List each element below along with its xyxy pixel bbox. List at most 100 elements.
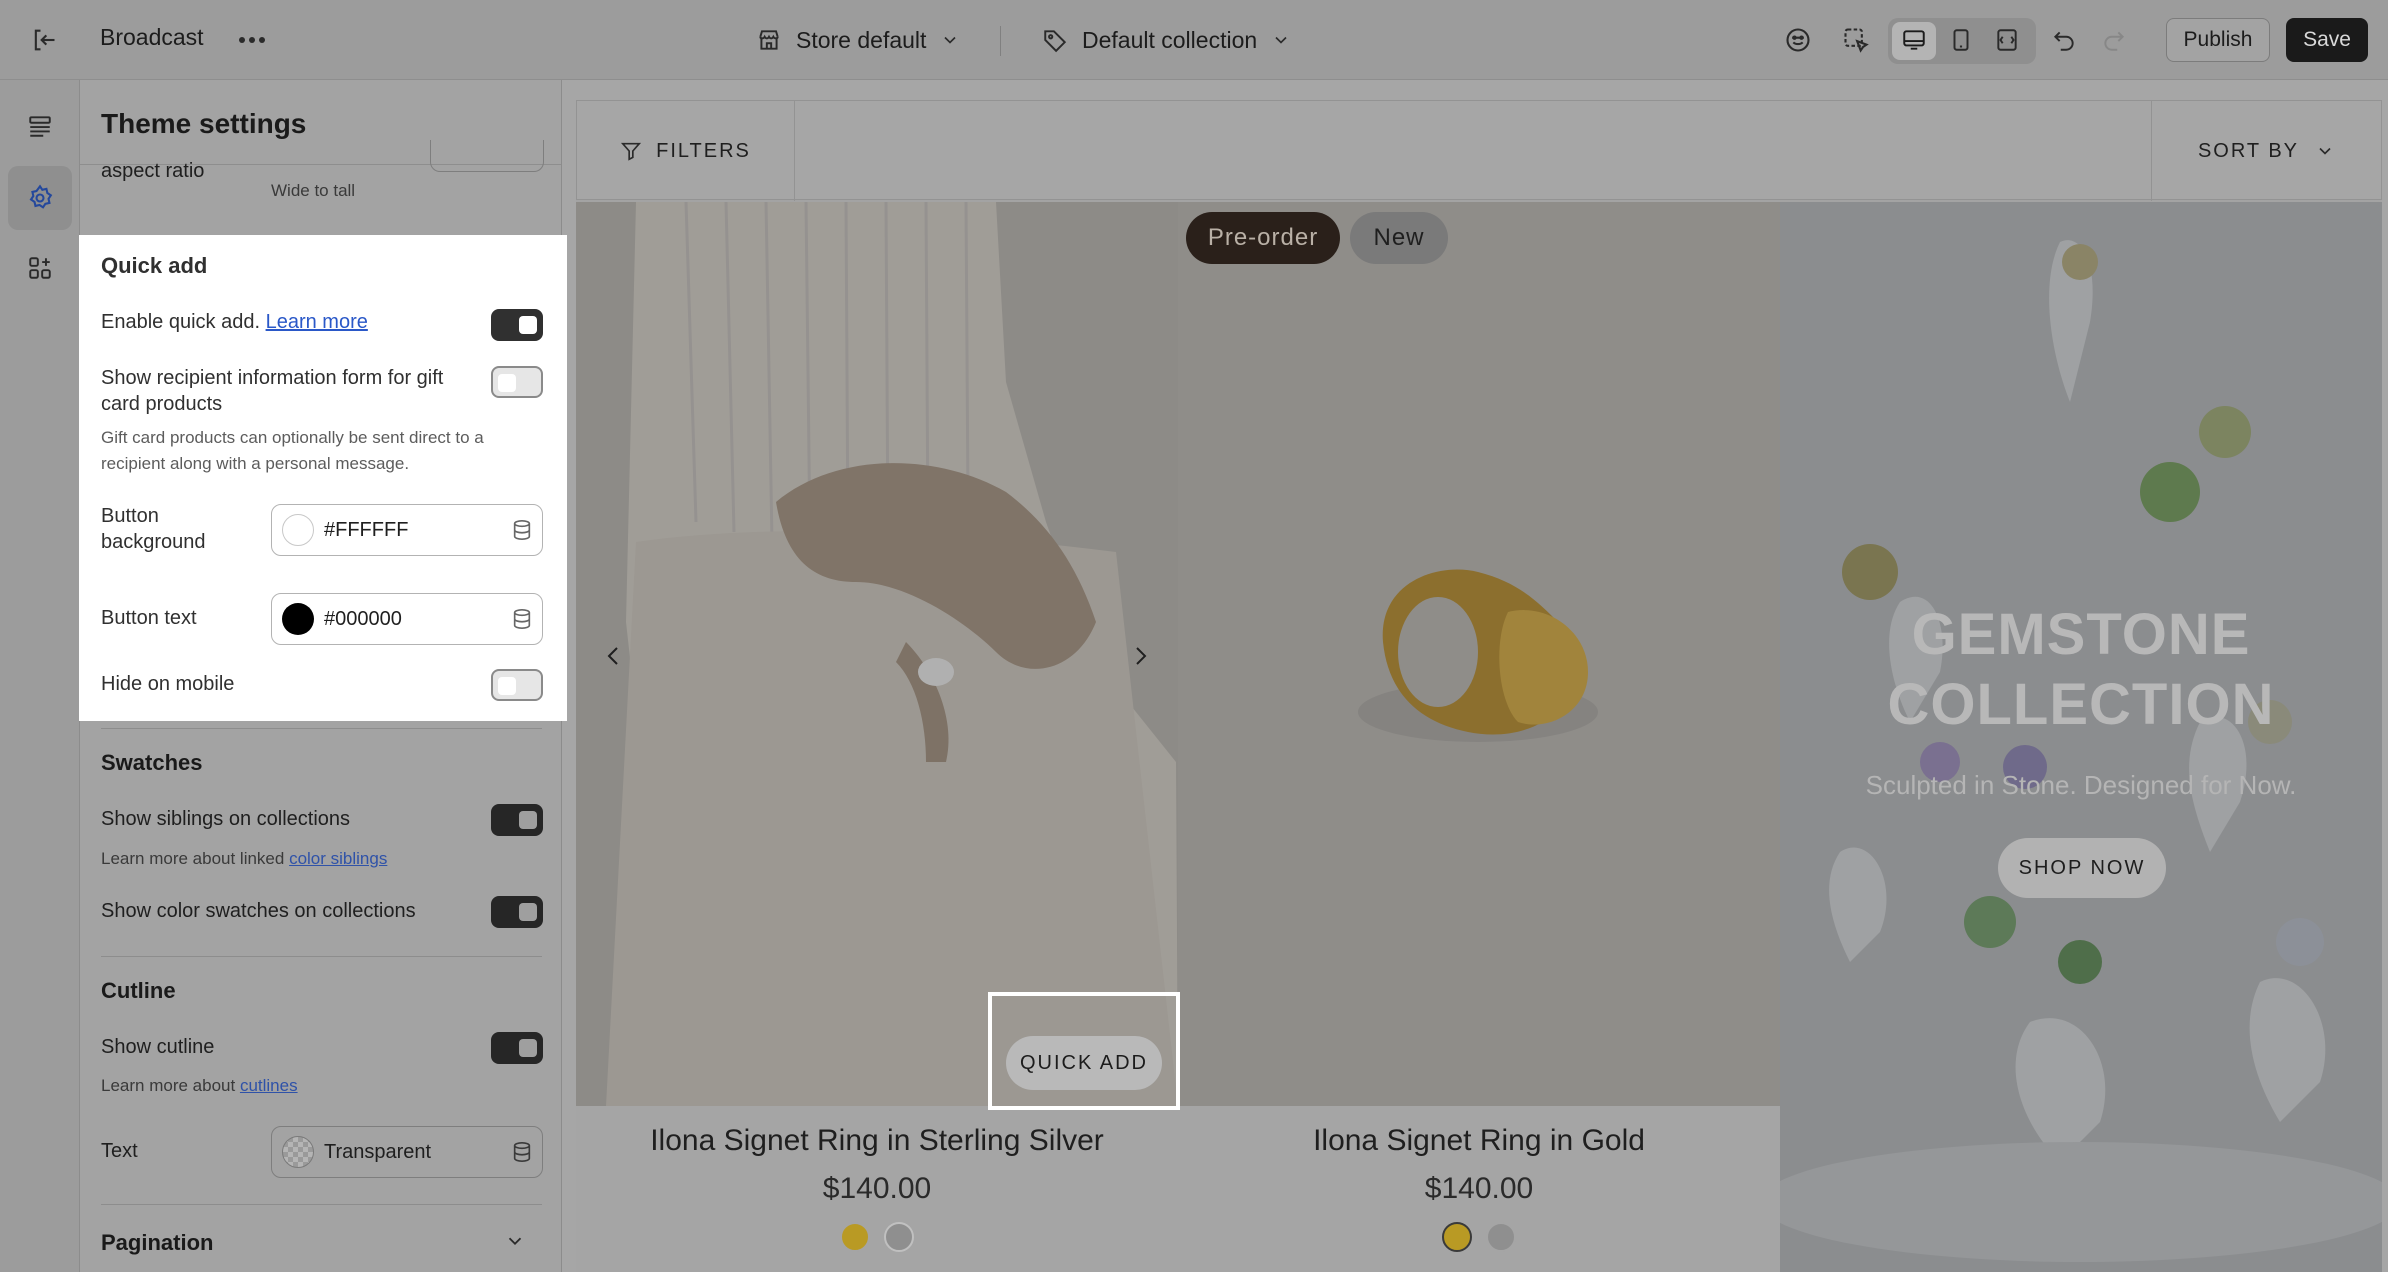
divider	[101, 1204, 542, 1205]
show-siblings-toggle[interactable]	[491, 804, 543, 836]
storefront-preview: FILTERS SORT BY Pre-order New GEMSTONE C…	[576, 100, 2382, 1272]
enable-quick-add-toggle[interactable]	[491, 309, 543, 341]
mobile-icon[interactable]	[1940, 20, 1982, 60]
pre-order-badge: Pre-order	[1186, 212, 1340, 264]
more-options-icon[interactable]	[232, 22, 272, 58]
left-nav	[0, 80, 80, 1272]
chevron-down-icon	[2319, 147, 2331, 155]
aspect-ratio-label: aspect ratio	[101, 160, 205, 182]
save-button[interactable]: Save	[2286, 18, 2368, 62]
sort-by-label: SORT BY	[2197, 139, 2300, 162]
show-cutline-toggle[interactable]	[491, 1032, 543, 1064]
filters-button[interactable]: FILTERS	[577, 101, 795, 201]
product-card-info: Ilona Signet Ring in Gold $140.00	[1178, 1106, 1780, 1272]
product-title[interactable]: Ilona Signet Ring in Sterling Silver	[576, 1124, 1178, 1158]
top-bar: Broadcast Store default Default collecti…	[0, 0, 2388, 80]
quick-add-button[interactable]: QUICK ADD	[1006, 1036, 1162, 1090]
cutline-help: Learn more about cutlines	[101, 1073, 298, 1099]
gift-card-help: Gift card products can optionally be sen…	[101, 428, 484, 473]
learn-more-link[interactable]: Learn more	[266, 311, 368, 333]
color-swatches-toggle[interactable]	[491, 896, 543, 928]
inspector-icon[interactable]	[1836, 20, 1876, 60]
store-icon	[759, 30, 779, 50]
product-title[interactable]: Ilona Signet Ring in Gold	[1178, 1124, 1780, 1158]
ai-sidekick-icon[interactable]	[1778, 20, 1818, 60]
collection-selector[interactable]: Default collection	[1042, 20, 1291, 60]
silver-swatch[interactable]	[884, 1222, 914, 1252]
collection-label: Default collection	[1082, 26, 1258, 53]
panel-title: Theme settings	[101, 108, 307, 139]
button-background-field[interactable]: #FFFFFF	[271, 504, 543, 556]
gift-card-form-label: Show recipient information form for gift…	[101, 367, 444, 415]
product-price: $140.00	[822, 1172, 932, 1205]
color-siblings-link[interactable]: color siblings	[289, 849, 387, 868]
full-width-icon[interactable]	[1986, 20, 2028, 60]
sections-icon[interactable]	[8, 94, 72, 158]
gold-swatch[interactable]	[840, 1222, 870, 1252]
silver-swatch[interactable]	[1486, 1222, 1516, 1252]
desktop-icon[interactable]	[1893, 20, 1935, 60]
enable-quick-add-label: Enable quick add. Learn more	[101, 311, 368, 334]
store-selector[interactable]: Store default	[756, 20, 960, 60]
chevron-down-icon[interactable]	[504, 1230, 526, 1257]
sort-by-button[interactable]: SORT BY	[2151, 101, 2381, 201]
button-text-label: Button text	[101, 607, 197, 629]
database-icon[interactable]	[502, 1141, 542, 1163]
button-text-value: #000000	[324, 607, 402, 630]
pagination-heading[interactable]: Pagination	[101, 1230, 213, 1256]
product-image-silver-ring[interactable]	[576, 202, 1178, 1106]
swatches-heading: Swatches	[101, 750, 203, 775]
cutline-text-value: Transparent	[324, 1140, 432, 1163]
chevron-down-icon	[944, 36, 957, 44]
apps-icon[interactable]	[8, 236, 72, 300]
theme-settings-icon[interactable]	[8, 166, 72, 230]
color-swatches	[576, 1222, 1178, 1252]
promo-title: GEMSTONE COLLECTION	[1780, 600, 2382, 740]
store-label: Store default	[796, 26, 927, 53]
white-swatch[interactable]	[282, 514, 314, 546]
chevron-left-icon[interactable]	[594, 636, 634, 676]
aspect-ratio-hint: Wide to tall	[271, 181, 356, 200]
theme-name: Broadcast	[100, 24, 204, 50]
promo-title-line2: COLLECTION	[1887, 672, 2275, 737]
chevron-down-icon	[1275, 36, 1287, 44]
gold-swatch[interactable]	[1442, 1222, 1472, 1252]
tag-icon	[1044, 30, 1067, 53]
filter-icon	[621, 142, 642, 161]
show-siblings-label: Show siblings on collections	[101, 808, 351, 830]
database-icon[interactable]	[502, 519, 542, 541]
product-image-gold-ring[interactable]: Pre-order New	[1178, 202, 1780, 1106]
cutline-text-label: Text	[101, 1140, 138, 1162]
enable-quick-add-text: Enable quick add.	[101, 311, 261, 333]
black-swatch[interactable]	[282, 603, 314, 635]
shop-now-button[interactable]: SHOP NOW	[1998, 838, 2166, 898]
button-text-field[interactable]: #000000	[271, 593, 543, 645]
product-price: $140.00	[1424, 1172, 1534, 1205]
chevron-right-icon[interactable]	[1120, 636, 1160, 676]
gift-card-form-toggle[interactable]	[491, 366, 543, 398]
cutline-heading: Cutline	[101, 978, 176, 1003]
promo-subtitle: Sculpted in Stone. Designed for Now.	[1865, 770, 2297, 800]
filter-bar: FILTERS SORT BY	[576, 100, 2382, 201]
product-card-info: Ilona Signet Ring in Sterling Silver $14…	[576, 1106, 1178, 1272]
hide-on-mobile-label: Hide on mobile	[101, 673, 235, 695]
redo-icon[interactable]	[2094, 20, 2134, 60]
cutline-text-color-field[interactable]: Transparent	[271, 1126, 543, 1178]
undo-icon[interactable]	[2044, 20, 2084, 60]
divider	[101, 956, 542, 957]
button-background-value: #FFFFFF	[324, 518, 409, 541]
publish-button[interactable]: Publish	[2166, 18, 2270, 62]
promo-title-line1: GEMSTONE	[1911, 602, 2251, 667]
aspect-ratio-select[interactable]	[430, 140, 544, 172]
hide-on-mobile-toggle[interactable]	[491, 669, 543, 701]
cutlines-link[interactable]: cutlines	[240, 1076, 298, 1095]
database-icon[interactable]	[502, 608, 542, 630]
color-swatches	[1178, 1222, 1780, 1252]
divider	[1000, 26, 1001, 56]
siblings-help: Learn more about linked color siblings	[101, 846, 387, 872]
button-background-label: Button background	[101, 505, 206, 553]
show-cutline-label: Show cutline	[101, 1036, 215, 1058]
divider	[101, 728, 542, 729]
exit-icon[interactable]	[24, 22, 64, 58]
new-badge: New	[1350, 212, 1448, 264]
